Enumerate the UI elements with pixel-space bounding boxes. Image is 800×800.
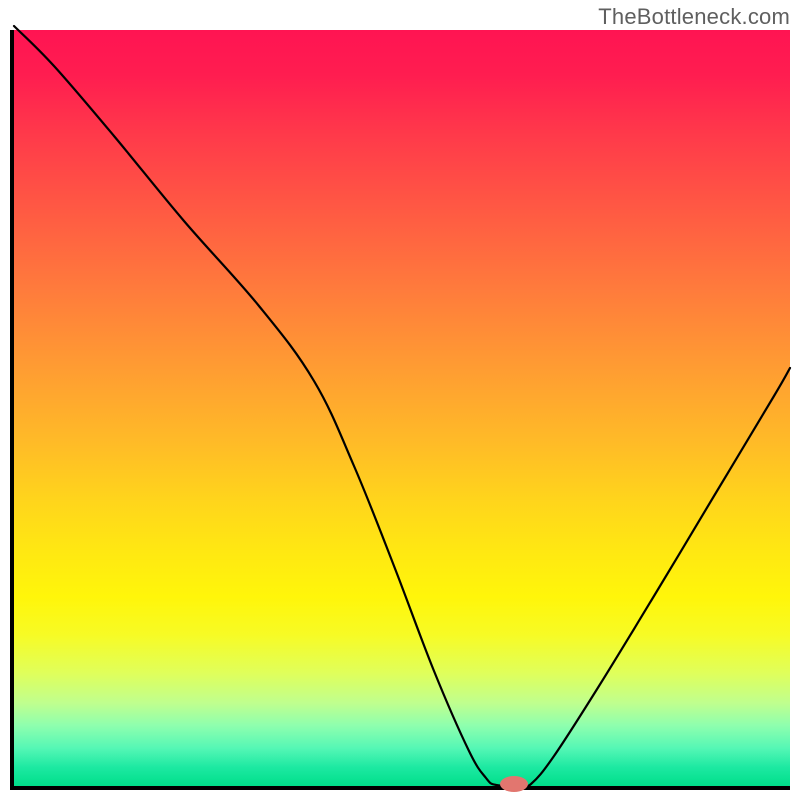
bottleneck-curve (14, 26, 790, 787)
optimum-marker (500, 776, 528, 792)
plot-area (10, 30, 790, 790)
watermark-text: TheBottleneck.com (598, 4, 790, 30)
curve-layer (14, 30, 790, 786)
chart-frame: TheBottleneck.com (0, 0, 800, 800)
